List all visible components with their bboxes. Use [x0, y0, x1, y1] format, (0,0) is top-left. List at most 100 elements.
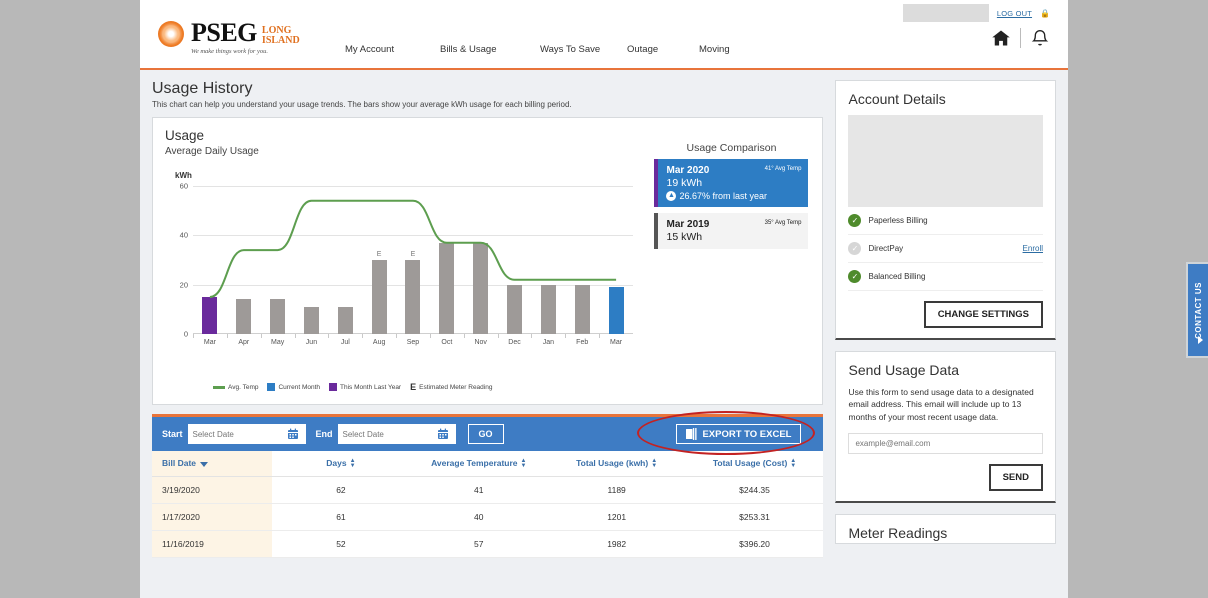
usage-bar-chart: 0 20 40 60 E E Mar Apr May Jun Jul Aug Sep Oct Nov Dec J…: [180, 182, 633, 346]
header-icon-divider: [1020, 28, 1021, 48]
start-date-input[interactable]: [187, 425, 284, 443]
contact-us-label: CONTACT US: [1193, 281, 1203, 339]
column-header-average-temperature[interactable]: Average Temperature ▲ ▼: [409, 451, 548, 477]
calendar-icon[interactable]: [284, 425, 302, 443]
cell-days: 62: [272, 476, 410, 504]
legend-box-swatch: [329, 383, 338, 391]
change-settings-button[interactable]: CHANGE SETTINGS: [923, 301, 1043, 328]
home-icon[interactable]: [991, 28, 1011, 48]
usage-history-table: Bill Date Days ▲ ▼ Average Temperature ▲ ▼ T…: [152, 451, 824, 558]
go-button[interactable]: GO: [467, 424, 504, 444]
account-name-placeholder: [902, 4, 989, 22]
logo-region-line2: ISLAND: [261, 35, 300, 46]
account-details-panel: Account Details ✓ Paperless Billing ✓ Di…: [835, 80, 1056, 340]
chart-x-labels: Mar Apr May Jun Jul Aug Sep Oct Nov Dec Jan Feb Mar: [193, 339, 633, 346]
table-row[interactable]: 1/17/2020 61 40 1201 $253.31: [152, 503, 824, 531]
comparison-delta: ▲ 26.67% from last year: [666, 191, 800, 201]
meter-readings-heading: Meter Readings: [848, 524, 948, 541]
cell-days: 52: [272, 530, 410, 558]
feature-label: Balanced Billing: [868, 272, 926, 281]
chart-x-tick: [193, 334, 194, 338]
account-info-placeholder: [848, 115, 1043, 207]
table-row[interactable]: 3/19/2020 62 41 1189 $244.35: [152, 476, 824, 504]
chart-x-tick: [226, 334, 228, 338]
content-area: Usage History This chart can help you un…: [140, 70, 1068, 558]
check-circle-icon: ✓: [848, 270, 862, 283]
usage-chart-card: Usage Average Daily Usage kWh 0 20 40 60 E E M…: [152, 117, 824, 405]
chart-y-tick: 40: [179, 230, 188, 240]
calendar-icon[interactable]: [434, 425, 452, 443]
chart-x-tick: [599, 334, 601, 338]
cell-usage-cost: $253.31: [685, 503, 824, 531]
nav-item-outage[interactable]: Outage: [627, 44, 699, 55]
nav-item-bills-usage[interactable]: Bills & Usage: [440, 44, 540, 55]
cell-bill-date: 1/17/2020: [152, 503, 272, 531]
column-header-total-usage-cost[interactable]: Total Usage (Cost) ▲ ▼: [685, 451, 824, 477]
comparison-delta-text: 26.67% from last year: [679, 191, 768, 201]
chart-x-label: Dec: [508, 339, 521, 346]
bell-icon[interactable]: [1030, 28, 1050, 48]
column-header-bill-date[interactable]: Bill Date: [152, 451, 272, 477]
chart-x-tick: [294, 334, 296, 338]
end-date-field[interactable]: [337, 424, 456, 444]
chart-x-label: Oct: [441, 339, 453, 346]
chart-x-label: Jul: [340, 339, 350, 346]
send-usage-body: Use this form to send usage data to a de…: [848, 387, 1034, 422]
send-button[interactable]: SEND: [988, 463, 1043, 491]
table-header-row: Bill Date Days ▲ ▼ Average Temperature ▲ ▼ T…: [152, 451, 824, 477]
comparison-usage: 15 kWh: [666, 231, 703, 243]
cell-usage-kwh: 1982: [547, 530, 686, 558]
chart-y-tick: 20: [179, 280, 188, 290]
main-nav: My Account Bills & Usage Ways To Save Ou…: [345, 44, 759, 55]
chart-x-tick: [565, 334, 567, 338]
column-header-total-usage-kwh[interactable]: Total Usage (kwh) ▲ ▼: [547, 451, 686, 477]
comparison-row-current[interactable]: 41° Avg Temp Mar 2020 19 kWh ▲ 26.67% fr…: [654, 159, 809, 207]
export-to-excel-button[interactable]: EXPORT TO EXCEL: [676, 424, 802, 444]
sunburst-icon: [158, 21, 184, 47]
feature-directpay: ✓ DirectPay Enroll: [848, 235, 1043, 263]
site-logo[interactable]: PSEG LONG ISLAND We make things work for…: [158, 20, 300, 56]
contact-us-tab[interactable]: CONTACT US: [1186, 262, 1208, 358]
legend-item-estimated: E Estimated Meter Reading: [410, 382, 492, 392]
chart-x-tick: [396, 334, 398, 338]
nav-item-ways-to-save[interactable]: Ways To Save: [540, 44, 627, 55]
sort-icon: ▲ ▼: [790, 457, 797, 469]
chart-x-tick: [463, 334, 465, 338]
nav-item-my-account[interactable]: My Account: [345, 44, 440, 55]
cell-avg-temp: 57: [409, 530, 548, 558]
chart-x-label: Feb: [576, 339, 589, 346]
column-header-days[interactable]: Days ▲ ▼: [272, 451, 410, 477]
comparison-row-previous[interactable]: 35° Avg Temp Mar 2019 15 kWh: [654, 213, 809, 249]
usage-card-heading: Usage: [165, 128, 205, 143]
check-circle-icon: ✓: [848, 214, 862, 227]
page-title: Usage History: [152, 80, 253, 97]
enroll-link[interactable]: Enroll: [1023, 244, 1043, 253]
chart-x-label: Apr: [238, 339, 250, 346]
legend-item-avg-temp: Avg. Temp: [213, 384, 258, 391]
email-field[interactable]: [848, 432, 1043, 454]
chart-x-label: Nov: [474, 339, 487, 346]
chart-legend: Avg. Temp Current Month This Month Last …: [213, 382, 492, 392]
comparison-temp: 41° Avg Temp: [764, 166, 802, 172]
usage-comparison: Usage Comparison 41° Avg Temp Mar 2020 1…: [654, 142, 809, 255]
legend-label: Current Month: [278, 383, 321, 391]
legend-label: Avg. Temp: [228, 383, 259, 391]
site-header: LOG OUT 🔒 PSEG LONG ISLAND We make thing…: [140, 0, 1068, 70]
main-column: Usage History This chart can help you un…: [152, 80, 824, 558]
cell-avg-temp: 41: [409, 476, 548, 504]
chart-x-label: Jan: [542, 339, 554, 346]
chart-x-tick: [260, 334, 262, 338]
table-row[interactable]: 11/16/2019 52 57 1982 $396.20: [152, 530, 824, 558]
legend-label: Estimated Meter Reading: [419, 383, 493, 391]
legend-item-last-year: This Month Last Year: [329, 383, 401, 391]
column-label: Days: [326, 458, 347, 468]
start-date-label: Start: [162, 429, 183, 439]
chart-x-tick: [328, 334, 330, 338]
logout-link[interactable]: LOG OUT: [997, 9, 1032, 18]
chart-y-tick: 60: [179, 181, 188, 191]
sort-icon: ▲ ▼: [651, 457, 658, 469]
nav-item-moving[interactable]: Moving: [699, 44, 759, 55]
start-date-field[interactable]: [187, 424, 306, 444]
end-date-input[interactable]: [337, 425, 434, 443]
chart-x-label: Sep: [406, 339, 420, 346]
